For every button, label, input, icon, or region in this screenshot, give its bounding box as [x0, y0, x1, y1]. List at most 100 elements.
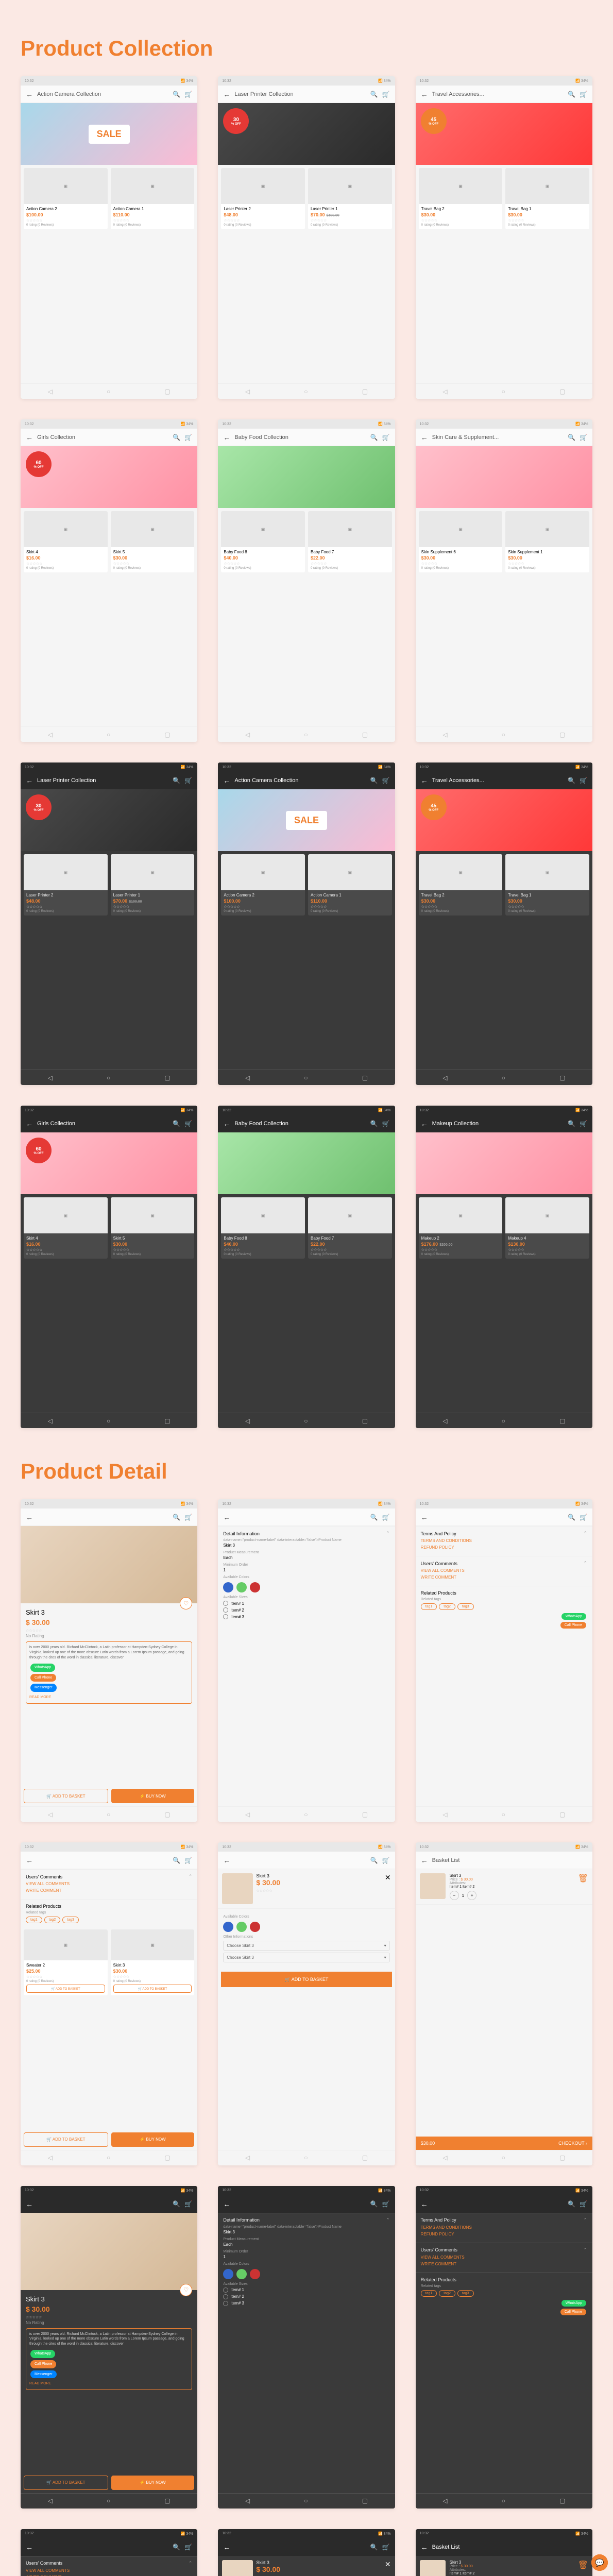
hero-banner[interactable]: [218, 1132, 395, 1194]
search-icon[interactable]: 🔍: [173, 1514, 180, 1521]
product-card[interactable]: ▣Baby Food 7$22.00☆☆☆☆☆0 rating (0 Revie…: [308, 1197, 392, 1259]
nav-home[interactable]: ○: [107, 1417, 110, 1425]
view-all-comments[interactable]: VIEW ALL COMMENTS: [421, 1568, 587, 1573]
nav-recent[interactable]: ▢: [362, 388, 368, 395]
read-more-link[interactable]: READ MORE: [29, 1695, 189, 1700]
nav-back[interactable]: ◁: [442, 1811, 447, 1818]
nav-recent[interactable]: ▢: [164, 1811, 170, 1818]
back-icon[interactable]: ←: [26, 1513, 33, 1521]
back-icon[interactable]: ←: [421, 433, 428, 442]
nav-recent[interactable]: ▢: [164, 731, 170, 738]
product-card[interactable]: ▣Action Camera 2$100.00☆☆☆☆☆0 rating (0 …: [24, 168, 108, 229]
nav-back[interactable]: ◁: [48, 1811, 53, 1818]
back-icon[interactable]: ←: [223, 2543, 230, 2551]
hero-banner[interactable]: [218, 446, 395, 508]
cart-icon[interactable]: 🛒: [580, 2200, 587, 2208]
whatsapp-button[interactable]: WhatsApp: [561, 2300, 586, 2307]
nav-back[interactable]: ◁: [48, 2154, 53, 2161]
view-all-comments[interactable]: VIEW ALL COMMENTS: [26, 2568, 192, 2573]
messenger-button[interactable]: Messenger: [30, 2370, 57, 2379]
call-phone-button[interactable]: Call Phone: [560, 2309, 586, 2315]
nav-back[interactable]: ◁: [48, 388, 53, 395]
nav-home[interactable]: ○: [107, 731, 110, 738]
back-icon[interactable]: ←: [223, 433, 230, 442]
cart-icon[interactable]: 🛒: [184, 1120, 192, 1127]
nav-recent[interactable]: ▢: [559, 1074, 565, 1081]
nav-home[interactable]: ○: [502, 731, 505, 738]
search-icon[interactable]: 🔍: [173, 434, 180, 441]
back-icon[interactable]: ←: [421, 1120, 428, 1128]
nav-back[interactable]: ◁: [442, 1074, 447, 1081]
nav-recent[interactable]: ▢: [559, 731, 565, 738]
product-card[interactable]: ▣Skin Supplement 1$30.00☆☆☆☆☆0 rating (0…: [505, 511, 589, 572]
product-card[interactable]: ▣Laser Printer 2$48.00☆☆☆☆☆0 rating (0 R…: [221, 168, 305, 229]
back-icon[interactable]: ←: [421, 1856, 428, 1865]
color-swatch[interactable]: [236, 1582, 247, 1592]
comments-header[interactable]: Users' Comments⌃: [421, 1561, 587, 1566]
hero-banner[interactable]: 60% OFF: [21, 1132, 197, 1194]
write-comment[interactable]: WRITE COMMENT: [421, 1575, 587, 1580]
write-comment[interactable]: WRITE COMMENT: [421, 2262, 587, 2266]
size-option[interactable]: Item# 3: [223, 1614, 389, 1619]
nav-home[interactable]: ○: [304, 1074, 308, 1081]
cart-icon[interactable]: 🛒: [382, 1514, 390, 1521]
refund-link[interactable]: REFUND POLICY: [421, 1545, 587, 1550]
read-more-link[interactable]: READ MORE: [29, 2381, 189, 2386]
size-option[interactable]: Item# 2: [223, 2294, 389, 2299]
terms-header[interactable]: Terms And Policy⌃: [421, 1531, 587, 1536]
search-icon[interactable]: 🔍: [568, 1514, 575, 1521]
favorite-button[interactable]: ♡: [180, 2284, 192, 2296]
nav-recent[interactable]: ▢: [362, 1811, 368, 1818]
product-card[interactable]: ▣Action Camera 2$100.00☆☆☆☆☆0 rating (0 …: [221, 854, 305, 916]
cart-icon[interactable]: 🛒: [382, 91, 390, 98]
product-card[interactable]: ▣Skirt 5$30.00☆☆☆☆☆0 rating (0 Reviews): [111, 511, 195, 572]
nav-recent[interactable]: ▢: [362, 2497, 368, 2504]
back-icon[interactable]: ←: [26, 90, 33, 98]
hero-banner[interactable]: SALE: [218, 789, 395, 851]
search-icon[interactable]: 🔍: [173, 91, 180, 98]
terms-link[interactable]: TERMS AND CONDITIONS: [421, 1538, 587, 1543]
product-card[interactable]: ▣Laser Printer 1$70.00$100.00☆☆☆☆☆0 rati…: [308, 168, 392, 229]
nav-back[interactable]: ◁: [48, 1074, 53, 1081]
nav-recent[interactable]: ▢: [362, 1074, 368, 1081]
nav-home[interactable]: ○: [502, 1417, 505, 1425]
nav-home[interactable]: ○: [107, 1811, 110, 1818]
nav-back[interactable]: ◁: [48, 2497, 53, 2504]
product-card[interactable]: ▣Baby Food 7$22.00☆☆☆☆☆0 rating (0 Revie…: [308, 511, 392, 572]
back-icon[interactable]: ←: [421, 2543, 428, 2551]
whatsapp-button[interactable]: WhatsApp: [561, 1613, 586, 1620]
product-card[interactable]: ▣Travel Bag 2$30.00☆☆☆☆☆0 rating (0 Revi…: [419, 854, 503, 916]
hero-banner[interactable]: SALE: [21, 103, 197, 165]
search-icon[interactable]: 🔍: [370, 2544, 378, 2551]
back-icon[interactable]: ←: [26, 1856, 33, 1865]
nav-recent[interactable]: ▢: [559, 1811, 565, 1818]
hero-banner[interactable]: 45% OFF: [416, 789, 592, 851]
back-icon[interactable]: ←: [223, 776, 230, 785]
delete-icon[interactable]: 🗑: [578, 1873, 588, 1900]
back-icon[interactable]: ←: [26, 1120, 33, 1128]
buy-now-button[interactable]: ⚡ BUY NOW: [111, 2476, 195, 2490]
nav-home[interactable]: ○: [304, 2154, 308, 2161]
nav-back[interactable]: ◁: [442, 1417, 447, 1425]
tag-chip[interactable]: tag3: [457, 1603, 474, 1610]
qty-minus[interactable]: −: [450, 1891, 459, 1900]
tag-chip[interactable]: tag2: [439, 1603, 455, 1610]
search-icon[interactable]: 🔍: [173, 2544, 180, 2551]
search-icon[interactable]: 🔍: [370, 1857, 378, 1864]
product-card[interactable]: ▣Laser Printer 2$48.00☆☆☆☆☆0 rating (0 R…: [24, 854, 108, 916]
nav-home[interactable]: ○: [107, 388, 110, 395]
product-card[interactable]: ▣Skirt 4$16.00☆☆☆☆☆0 rating (0 Reviews): [24, 511, 108, 572]
write-comment[interactable]: WRITE COMMENT: [26, 1888, 192, 1893]
search-icon[interactable]: 🔍: [568, 777, 575, 784]
cart-icon[interactable]: 🛒: [580, 1120, 587, 1127]
cart-icon[interactable]: 🛒: [184, 777, 192, 784]
cart-icon[interactable]: 🛒: [382, 1857, 390, 1864]
product-card[interactable]: ▣Travel Bag 2$30.00☆☆☆☆☆0 rating (0 Revi…: [419, 168, 503, 229]
search-icon[interactable]: 🔍: [173, 2200, 180, 2208]
back-icon[interactable]: ←: [421, 1513, 428, 1521]
tag-chip[interactable]: tag3: [457, 2290, 474, 2297]
nav-recent[interactable]: ▢: [362, 731, 368, 738]
nav-recent[interactable]: ▢: [559, 1417, 565, 1425]
nav-home[interactable]: ○: [304, 388, 308, 395]
product-card[interactable]: ▣Baby Food 8$40.00☆☆☆☆☆0 rating (0 Revie…: [221, 511, 305, 572]
